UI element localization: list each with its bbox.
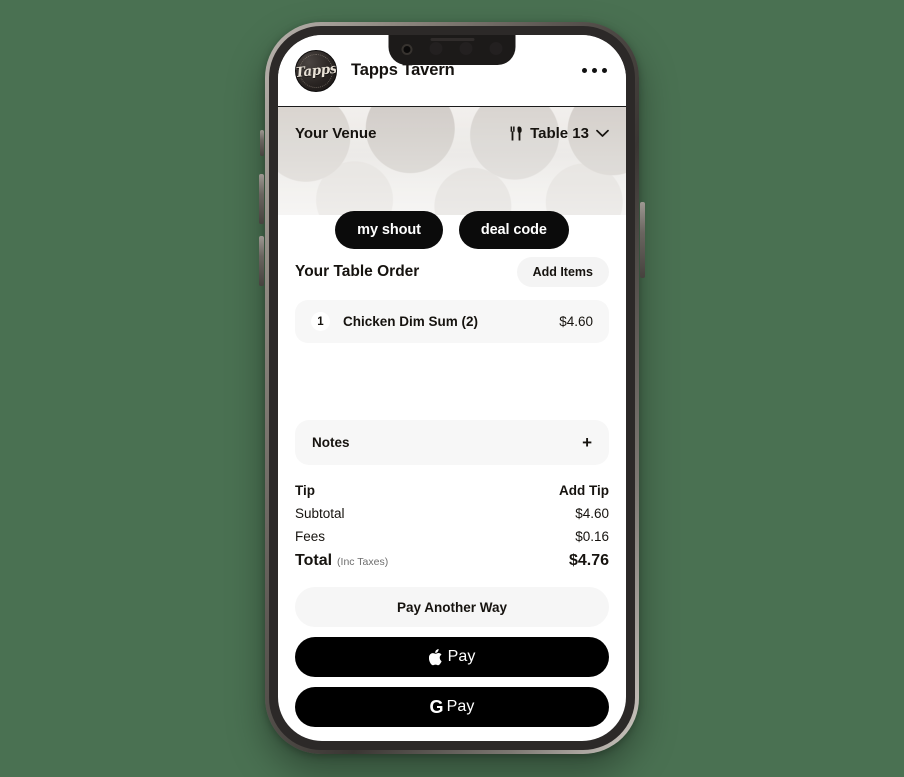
- notes-label: Notes: [312, 435, 350, 450]
- tip-label: Tip: [295, 483, 315, 498]
- table-selector[interactable]: Table 13: [510, 125, 609, 142]
- power-button[interactable]: [640, 202, 645, 278]
- fees-value: $0.16: [575, 529, 609, 544]
- add-items-button[interactable]: Add Items: [516, 257, 609, 287]
- ambient-sensor-icon: [459, 42, 473, 55]
- order-empty-space: [278, 343, 626, 420]
- apple-pay-button[interactable]: Pay: [295, 637, 609, 677]
- google-pay-label: Pay: [446, 698, 475, 715]
- payments-section: Pay Another Way Pay G Pay: [278, 578, 626, 741]
- silent-switch[interactable]: [260, 130, 264, 156]
- apple-logo-icon: [428, 648, 443, 666]
- item-name: Chicken Dim Sum (2): [343, 314, 479, 329]
- app-root: Tapps Tapps Tavern Your Venue Table 13 m…: [278, 35, 626, 741]
- total-line: Total (Inc Taxes) $4.76: [295, 552, 609, 570]
- face-id-sensor-icon: [489, 42, 503, 55]
- apple-pay-label: Pay: [447, 648, 476, 665]
- tip-line: Tip Add Tip: [295, 483, 609, 498]
- google-g-icon: G: [429, 696, 444, 717]
- volume-down-button[interactable]: [259, 236, 264, 286]
- subtotal-label: Subtotal: [295, 506, 345, 521]
- table-row[interactable]: 1 Chicken Dim Sum (2) $4.60: [295, 300, 609, 343]
- phone-screen: Tapps Tapps Tavern Your Venue Table 13 m…: [278, 35, 626, 741]
- volume-up-button[interactable]: [259, 174, 264, 224]
- cutlery-icon: [510, 126, 522, 141]
- venue-logo-text: Tapps: [295, 60, 337, 81]
- total-label: Total: [295, 552, 333, 569]
- item-quantity-badge: 1: [311, 312, 330, 331]
- earpiece-speaker: [430, 38, 474, 41]
- plus-icon[interactable]: +: [582, 434, 592, 451]
- venue-label: Your Venue: [295, 125, 377, 142]
- order-title: Your Table Order: [295, 263, 420, 280]
- proximity-sensor-icon: [429, 42, 443, 55]
- phone-frame: Tapps Tapps Tavern Your Venue Table 13 m…: [259, 22, 645, 754]
- dot: [602, 68, 607, 73]
- venue-banner-row: Your Venue Table 13: [278, 107, 626, 142]
- total-tax-note: (Inc Taxes): [337, 556, 389, 568]
- deal-code-button[interactable]: deal code: [458, 211, 569, 249]
- phone-bezel: Tapps Tapps Tavern Your Venue Table 13 m…: [269, 26, 635, 750]
- add-tip-button[interactable]: Add Tip: [559, 483, 609, 498]
- order-header-row: Your Table Order Add Items: [295, 257, 609, 287]
- my-shout-button[interactable]: my shout: [335, 211, 443, 249]
- totals-section: Tip Add Tip Subtotal $4.60 Fees $0.16 To…: [278, 465, 626, 578]
- venue-banner: Your Venue Table 13: [278, 107, 626, 215]
- fees-label: Fees: [295, 529, 326, 544]
- dot: [592, 68, 597, 73]
- notes-row[interactable]: Notes +: [295, 420, 609, 465]
- dot: [582, 68, 587, 73]
- subtotal-line: Subtotal $4.60: [295, 506, 609, 521]
- fees-line: Fees $0.16: [295, 529, 609, 544]
- more-horizontal-icon[interactable]: [580, 60, 609, 81]
- venue-logo: Tapps: [295, 49, 337, 92]
- chevron-down-icon: [596, 129, 609, 137]
- item-price: $4.60: [559, 314, 593, 329]
- total-value: $4.76: [568, 552, 609, 569]
- front-camera-icon: [401, 43, 413, 55]
- subtotal-value: $4.60: [575, 506, 609, 521]
- action-pills: my shout deal code: [278, 211, 626, 249]
- pay-another-way-button[interactable]: Pay Another Way: [295, 587, 609, 627]
- google-pay-button[interactable]: G Pay: [295, 687, 609, 727]
- phone-notch: [388, 35, 516, 65]
- table-label: Table 13: [530, 125, 589, 142]
